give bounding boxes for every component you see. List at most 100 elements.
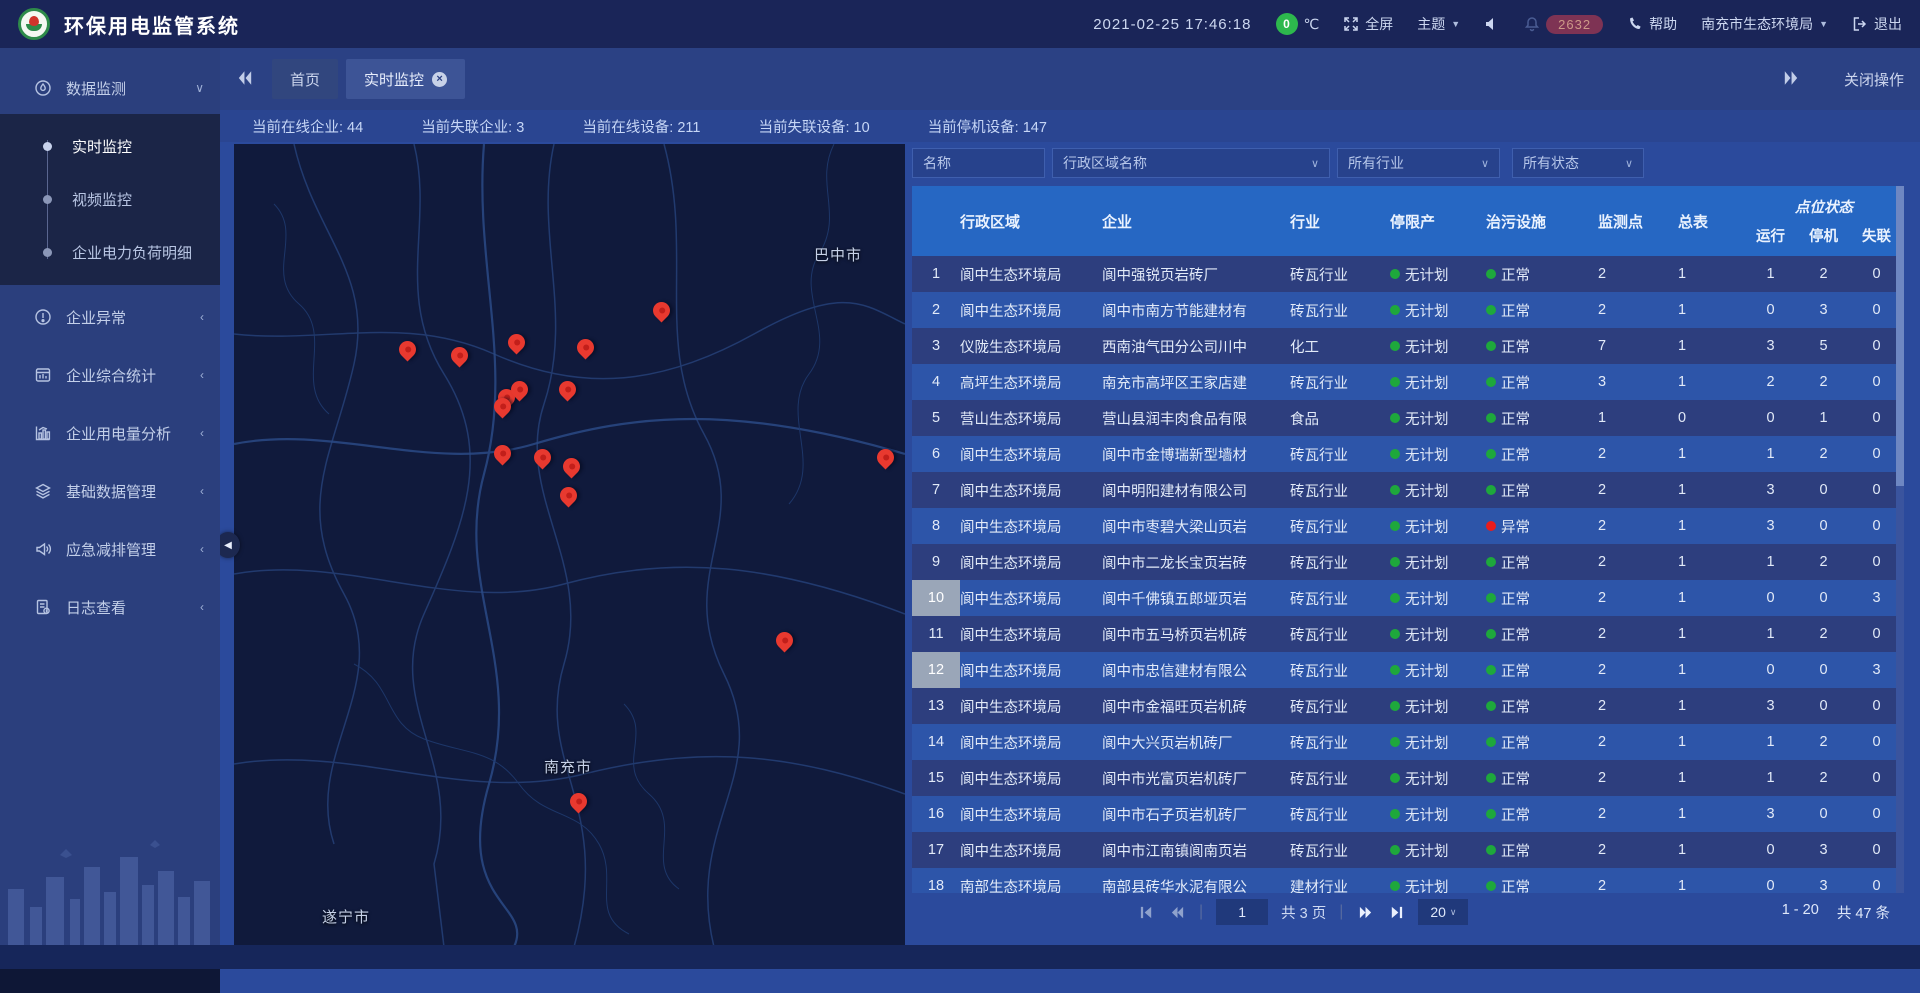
table-row[interactable]: 6阆中生态环境局阆中市金博瑞新型墙材砖瓦行业无计划正常21120: [912, 436, 1904, 472]
sidebar-item-2[interactable]: 企业异常‹: [0, 291, 220, 343]
page-number-input[interactable]: 1: [1216, 899, 1268, 925]
chevron-left-icon: ‹: [200, 600, 204, 614]
table-row[interactable]: 5营山生态环境局营山县润丰肉食品有限食品无计划正常10010: [912, 400, 1904, 436]
power-analysis-icon: [34, 424, 52, 442]
pagination-bar: | 1 共 3 页 | 20 ∨ 1 - 20: [912, 893, 1904, 931]
cell-points: 2: [1584, 436, 1664, 472]
name-search-input[interactable]: [912, 148, 1045, 178]
cell-region: 阆中生态环境局: [960, 472, 1102, 508]
table-row[interactable]: 8阆中生态环境局阆中市枣碧大梁山页岩砖瓦行业无计划异常21300: [912, 508, 1904, 544]
cell-facility: 正常: [1486, 292, 1584, 328]
cell-enterprise: 南部县砖华水泥有限公: [1102, 868, 1290, 893]
cell-meters: 1: [1664, 328, 1744, 364]
help-button[interactable]: 帮助: [1627, 14, 1677, 34]
cell-meters: 1: [1664, 868, 1744, 893]
table-row[interactable]: 12阆中生态环境局阆中市忠信建材有限公砖瓦行业无计划正常21003: [912, 652, 1904, 688]
prev-page-button[interactable]: [1168, 903, 1186, 921]
theme-dropdown[interactable]: 主题 ▼: [1417, 14, 1460, 34]
sidebar-item-6[interactable]: 应急减排管理‹: [0, 523, 220, 575]
table-row[interactable]: 7阆中生态环境局阆中明阳建材有限公司砖瓦行业无计划正常21300: [912, 472, 1904, 508]
cell-meters: 1: [1664, 472, 1744, 508]
table-row[interactable]: 16阆中生态环境局阆中市石子页岩机砖厂砖瓦行业无计划正常21300: [912, 796, 1904, 832]
tabs-scroll-left-button[interactable]: [236, 69, 256, 89]
status-dot: [1486, 737, 1496, 747]
cell-stop: 0: [1797, 472, 1850, 508]
logout-button[interactable]: 退出: [1852, 14, 1902, 34]
cell-run: 1: [1744, 256, 1797, 292]
cell-stop-plan: 无计划: [1390, 436, 1486, 472]
sidebar-item-3[interactable]: 企业综合统计‹: [0, 349, 220, 401]
cell-enterprise: 南充市高坪区王家店建: [1102, 364, 1290, 400]
sidebar-subitem[interactable]: 实时监控: [0, 120, 220, 173]
table-scrollbar[interactable]: [1896, 186, 1904, 893]
table-row[interactable]: 13阆中生态环境局阆中市金福旺页岩机砖砖瓦行业无计划正常21300: [912, 688, 1904, 724]
scrollbar-thumb[interactable]: [1896, 186, 1904, 486]
cell-points: 2: [1584, 688, 1664, 724]
cell-points: 2: [1584, 472, 1664, 508]
table-row[interactable]: 15阆中生态环境局阆中市光富页岩机砖厂砖瓦行业无计划正常21120: [912, 760, 1904, 796]
table-header: 行政区域 企业 行业 停限产 治污设施 监测点 总表 点位状态 运行停机失联: [912, 186, 1904, 256]
region-select[interactable]: 行政区域名称 ∨: [1052, 148, 1330, 178]
table-row[interactable]: 11阆中生态环境局阆中市五马桥页岩机砖砖瓦行业无计划正常21120: [912, 616, 1904, 652]
cell-facility: 正常: [1486, 868, 1584, 893]
cell-region: 阆中生态环境局: [960, 760, 1102, 796]
table-row[interactable]: 14阆中生态环境局阆中大兴页岩机砖厂砖瓦行业无计划正常21120: [912, 724, 1904, 760]
row-index: 11: [912, 616, 960, 652]
cell-stop: 2: [1797, 364, 1850, 400]
row-index: 16: [912, 796, 960, 832]
chevron-down-icon: ∨: [1450, 907, 1457, 918]
tab-首页[interactable]: 首页: [272, 59, 338, 99]
org-dropdown[interactable]: 南充市生态环境局 ▼: [1701, 14, 1828, 34]
table-row[interactable]: 18南部生态环境局南部县砖华水泥有限公建材行业无计划正常21030: [912, 868, 1904, 893]
chevron-down-icon: ∨: [1301, 157, 1319, 170]
cell-points: 2: [1584, 724, 1664, 760]
mute-button[interactable]: [1484, 16, 1500, 32]
cell-meters: 1: [1664, 688, 1744, 724]
table-row[interactable]: 2阆中生态环境局阆中市南方节能建材有砖瓦行业无计划正常21030: [912, 292, 1904, 328]
cell-meters: 1: [1664, 292, 1744, 328]
col-sub-停机: 停机: [1797, 225, 1850, 246]
status-select[interactable]: 所有状态 ∨: [1512, 148, 1644, 178]
cell-stop: 2: [1797, 616, 1850, 652]
industry-select[interactable]: 所有行业 ∨: [1337, 148, 1500, 178]
cell-stop-plan: 无计划: [1390, 508, 1486, 544]
table-row[interactable]: 1阆中生态环境局阆中强锐页岩砖厂砖瓦行业无计划正常21120: [912, 256, 1904, 292]
table-row[interactable]: 17阆中生态环境局阆中市江南镇阆南页岩砖瓦行业无计划正常21030: [912, 832, 1904, 868]
sidebar-item-7[interactable]: 日志查看 ‹: [0, 581, 220, 633]
status-dot: [1390, 377, 1400, 387]
map-panel[interactable]: 巴中市南充市遂宁市: [234, 144, 905, 947]
cell-stop: 0: [1797, 796, 1850, 832]
status-dot: [1390, 701, 1400, 711]
fullscreen-button[interactable]: 全屏: [1343, 14, 1393, 34]
status-dot: [1390, 305, 1400, 315]
cell-stop: 2: [1797, 436, 1850, 472]
close-operations-button[interactable]: 关闭操作: [1844, 69, 1904, 90]
first-page-button[interactable]: [1137, 903, 1155, 921]
fullscreen-icon: [1343, 16, 1359, 32]
cell-points: 2: [1584, 544, 1664, 580]
sidebar-item-4[interactable]: 企业用电量分析‹: [0, 407, 220, 459]
notifications-button[interactable]: 2632: [1524, 15, 1603, 34]
speaker-icon: [1484, 16, 1500, 32]
tabs-scroll-right-button[interactable]: [1782, 69, 1802, 89]
table-row[interactable]: 4高坪生态环境局南充市高坪区王家店建砖瓦行业无计划正常31220: [912, 364, 1904, 400]
next-page-button[interactable]: [1356, 903, 1374, 921]
table-row[interactable]: 9阆中生态环境局阆中市二龙长宝页岩砖砖瓦行业无计划正常21120: [912, 544, 1904, 580]
cell-stop-plan: 无计划: [1390, 364, 1486, 400]
tab-实时监控[interactable]: 实时监控×: [346, 59, 465, 99]
last-page-button[interactable]: [1387, 903, 1405, 921]
table-row[interactable]: 3仪陇生态环境局西南油气田分公司川中化工无计划正常71350: [912, 328, 1904, 364]
cell-run: 0: [1744, 832, 1797, 868]
sidebar-subitem[interactable]: 视频监控: [0, 173, 220, 226]
tab-close-icon[interactable]: ×: [432, 72, 447, 87]
sidebar-item-label: 基础数据管理: [66, 481, 156, 502]
sidebar-subitem[interactable]: 企业电力负荷明细: [0, 226, 220, 279]
cell-meters: 1: [1664, 580, 1744, 616]
sidebar-item-label: 日志查看: [66, 597, 126, 618]
sidebar-item-1[interactable]: 数据监测∨: [0, 62, 220, 114]
table-row[interactable]: 10阆中生态环境局阆中千佛镇五郎垭页岩砖瓦行业无计划正常21003: [912, 580, 1904, 616]
cell-facility: 正常: [1486, 256, 1584, 292]
cell-stop-plan: 无计划: [1390, 472, 1486, 508]
sidebar-item-5[interactable]: 基础数据管理‹: [0, 465, 220, 517]
page-size-select[interactable]: 20 ∨: [1418, 899, 1468, 925]
